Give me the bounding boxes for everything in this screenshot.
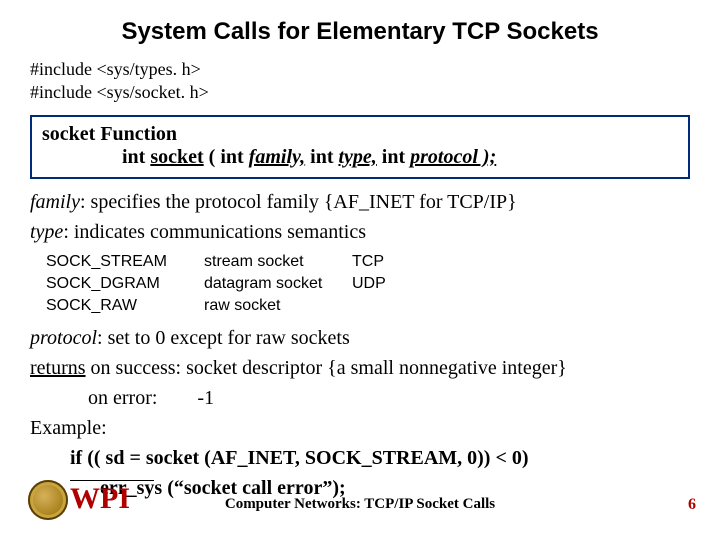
table-row: SOCK_STREAM stream socket TCP (46, 253, 402, 273)
protocol-desc: protocol: set to 0 except for raw socket… (30, 325, 690, 351)
sig-param-type: type, (338, 146, 376, 168)
sig-param-family: family, (249, 146, 305, 168)
socket-types-table: SOCK_STREAM stream socket TCP SOCK_DGRAM… (44, 251, 404, 319)
returns-error-value: -1 (197, 387, 214, 409)
function-signature: int socket ( int family, int type, int p… (42, 146, 678, 169)
sock-raw-proto (352, 297, 402, 317)
table-row: SOCK_DGRAM datagram socket UDP (46, 275, 402, 295)
returns-error-label: on error: (88, 387, 157, 409)
sig-param-protocol: protocol ); (410, 146, 496, 168)
sig-mid2: int (377, 146, 410, 168)
logo-divider (70, 480, 154, 481)
family-term: family (30, 191, 80, 213)
sock-dgram-proto: UDP (352, 275, 402, 295)
sig-open-paren: ( int (204, 146, 249, 168)
fn-name-heading: socket (42, 123, 95, 145)
function-heading: socket Function (42, 123, 678, 146)
slide: System Calls for Elementary TCP Sockets … (0, 0, 720, 540)
example-label: Example: (30, 415, 690, 441)
slide-title: System Calls for Elementary TCP Sockets (30, 18, 690, 46)
sig-fn-name: socket (150, 146, 203, 168)
sock-dgram-desc: datagram socket (204, 275, 350, 295)
footer-text: Computer Networks: TCP/IP Socket Calls (0, 496, 720, 513)
table-row: SOCK_RAW raw socket (46, 297, 402, 317)
protocol-term: protocol (30, 327, 97, 349)
sock-stream-proto: TCP (352, 253, 402, 273)
returns-success: returns on success: socket descriptor {a… (30, 355, 690, 381)
type-desc: type: indicates communications semantics (30, 219, 690, 245)
include-line-2: #include <sys/socket. h> (30, 81, 690, 104)
sock-raw-desc: raw socket (204, 297, 350, 317)
protocol-desc-text: : set to 0 except for raw sockets (97, 327, 350, 349)
sock-stream-name: SOCK_STREAM (46, 253, 202, 273)
sig-return-type: int (122, 146, 150, 168)
returns-label: returns (30, 357, 86, 379)
slide-number: 6 (688, 496, 696, 514)
returns-success-text: on success: socket descriptor {a small n… (86, 357, 567, 379)
sock-raw-name: SOCK_RAW (46, 297, 202, 317)
family-desc-text: : specifies the protocol family {AF_INET… (80, 191, 517, 213)
returns-error: on error: -1 (30, 385, 690, 411)
sig-mid1: int (305, 146, 338, 168)
example-code-line-1: if (( sd = socket (AF_INET, SOCK_STREAM,… (30, 445, 690, 471)
sock-stream-desc: stream socket (204, 253, 350, 273)
function-box: socket Function int socket ( int family,… (30, 115, 690, 179)
slide-footer: WPI Computer Networks: TCP/IP Socket Cal… (0, 478, 720, 526)
type-desc-text: : indicates communications semantics (63, 221, 366, 243)
sock-dgram-name: SOCK_DGRAM (46, 275, 202, 295)
family-desc: family: specifies the protocol family {A… (30, 189, 690, 215)
fn-name-heading-rest: Function (95, 123, 177, 145)
include-line-1: #include <sys/types. h> (30, 58, 690, 81)
type-term: type (30, 221, 63, 243)
